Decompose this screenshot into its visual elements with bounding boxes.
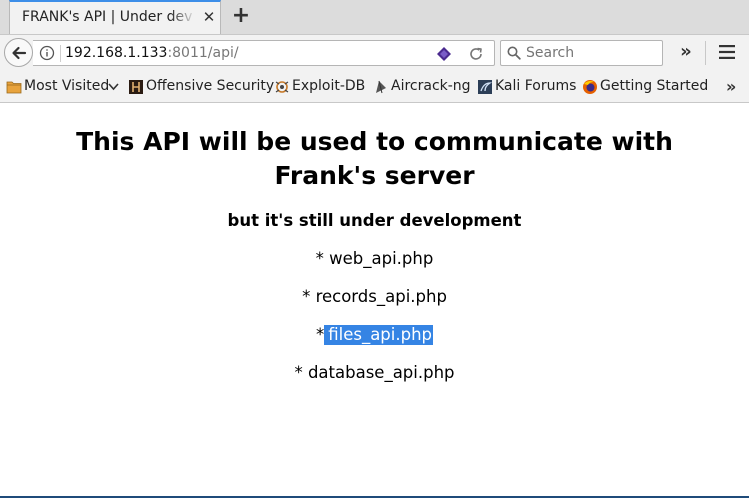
chevron-down-icon — [108, 83, 119, 91]
bookmark-offensive-security[interactable]: Offensive Security — [128, 78, 274, 96]
api-list-item: * records_api.php — [0, 287, 749, 306]
page-content: This API will be used to communicate wit… — [0, 104, 749, 498]
navigation-toolbar: 192.168.1.133:8011/api/ » — [0, 34, 749, 70]
folder-icon — [6, 81, 22, 94]
firefox-icon — [583, 80, 597, 94]
api-file-name: web_api.php — [329, 249, 434, 268]
hamburger-menu-icon[interactable] — [717, 44, 737, 60]
search-input[interactable] — [526, 45, 656, 61]
bullet: * — [302, 287, 311, 306]
api-file-name-selected[interactable]: files_api.php — [324, 325, 434, 345]
bookmark-aircrack-ng[interactable]: Aircrack-ng — [373, 78, 473, 96]
url-host: 192.168.1.133 — [65, 45, 168, 61]
back-arrow-icon — [12, 46, 27, 60]
chevron-overflow-icon[interactable]: » — [676, 42, 696, 62]
bookmark-label: Offensive Security — [146, 78, 275, 94]
bookmark-getting-started[interactable]: Getting Started — [582, 78, 708, 96]
bookmark-label: Kali Forums — [495, 78, 577, 94]
bookmarks-toolbar: Most Visited Offensive Security Exploit-… — [0, 70, 749, 103]
tab-title: FRANK's API | Under development — [22, 9, 192, 25]
bookmark-exploit-db[interactable]: Exploit-DB — [274, 78, 370, 96]
site-info-icon[interactable] — [39, 45, 55, 61]
bookmark-kali-forums[interactable]: Kali Forums — [477, 78, 577, 96]
api-list-item: * web_api.php — [0, 249, 749, 268]
url-text[interactable]: 192.168.1.133:8011/api/ — [65, 45, 239, 61]
page-title: This API will be used to communicate wit… — [76, 127, 673, 190]
aircrack-icon — [376, 80, 386, 94]
offsec-icon — [129, 80, 143, 94]
bullet: * — [294, 363, 303, 382]
bookmark-most-visited[interactable]: Most Visited — [6, 78, 120, 96]
active-tab[interactable]: FRANK's API | Under development ✕ — [9, 0, 221, 34]
api-list-item: * database_api.php — [0, 363, 749, 382]
bookmark-label: Most Visited — [24, 78, 110, 94]
api-file-name: database_api.php — [307, 363, 455, 382]
search-box[interactable] — [500, 40, 663, 66]
url-path: :8011/api/ — [167, 45, 239, 61]
pocket-icon[interactable] — [436, 46, 452, 62]
bookmark-label: Exploit-DB — [292, 78, 366, 94]
bookmarks-overflow-icon[interactable]: » — [726, 77, 736, 96]
bullet: * — [315, 249, 324, 268]
tab-strip: FRANK's API | Under development ✕ + — [0, 0, 749, 34]
new-tab-button[interactable]: + — [230, 4, 252, 28]
url-bar[interactable]: 192.168.1.133:8011/api/ — [33, 40, 495, 66]
bookmark-label: Aircrack-ng — [391, 78, 471, 94]
exploitdb-icon — [275, 81, 289, 93]
back-button[interactable] — [4, 38, 33, 67]
kali-icon — [478, 80, 493, 94]
api-list-item: * files_api.php — [0, 325, 749, 345]
api-file-name: records_api.php — [315, 287, 447, 306]
search-icon — [507, 46, 521, 60]
close-tab-icon[interactable]: ✕ — [201, 8, 217, 26]
bookmark-label: Getting Started — [600, 78, 709, 94]
bullet: * — [315, 325, 325, 344]
page-subtitle: but it's still under development — [227, 211, 522, 230]
reload-icon[interactable] — [467, 45, 485, 63]
